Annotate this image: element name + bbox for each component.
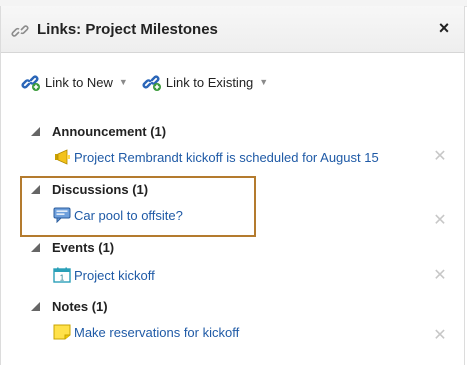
section-header-notes[interactable]: Notes (1) (31, 297, 108, 315)
highlight-box (20, 176, 256, 237)
collapse-triangle-icon[interactable] (31, 301, 40, 311)
chevron-down-icon[interactable]: ▼ (259, 77, 268, 87)
megaphone-icon (55, 149, 70, 165)
link-to-new-label: Link to New (45, 74, 113, 90)
list-item-note: Make reservations for kickoff (53, 322, 239, 342)
remove-link-button[interactable]: ✕ (432, 149, 448, 165)
event-link[interactable]: Project kickoff (74, 268, 155, 283)
section-header-events[interactable]: Events (1) (31, 238, 114, 256)
calendar-icon: 1 (53, 267, 71, 283)
link-plus-icon (21, 75, 40, 91)
link-plus-icon (142, 75, 161, 91)
chevron-down-icon[interactable]: ▼ (119, 77, 128, 87)
links-panel: Links: Project Milestones × Link to New … (0, 6, 465, 365)
panel-toolbar: Link to New ▼ Link to Existing ▼ (21, 70, 282, 94)
section-header-announcement[interactable]: Announcement (1) (31, 122, 166, 140)
link-to-new-button[interactable]: Link to New ▼ (21, 72, 128, 92)
close-button[interactable]: × (434, 18, 454, 38)
remove-link-button[interactable]: ✕ (432, 213, 448, 229)
remove-link-button[interactable]: ✕ (432, 328, 448, 344)
note-link[interactable]: Make reservations for kickoff (74, 325, 239, 340)
calendar-day-text: 1 (60, 274, 65, 283)
link-to-existing-label: Link to Existing (165, 74, 254, 90)
announcement-link[interactable]: Project Rembrandt kickoff is scheduled f… (74, 150, 379, 165)
panel-title: Links: Project Milestones (37, 21, 218, 38)
note-icon (53, 324, 71, 340)
list-item-event: 1 Project kickoff (53, 265, 155, 285)
section-title: Notes (1) (52, 298, 108, 314)
link-to-existing-button[interactable]: Link to Existing ▼ (142, 72, 268, 92)
list-item-announcement: Project Rembrandt kickoff is scheduled f… (53, 147, 379, 167)
panel-header: Links: Project Milestones × (1, 6, 464, 53)
remove-link-button[interactable]: ✕ (432, 268, 448, 284)
collapse-triangle-icon[interactable] (31, 126, 40, 136)
link-icon (11, 25, 29, 37)
section-title: Events (1) (52, 239, 115, 255)
section-title: Announcement (1) (52, 123, 167, 139)
collapse-triangle-icon[interactable] (31, 242, 40, 252)
